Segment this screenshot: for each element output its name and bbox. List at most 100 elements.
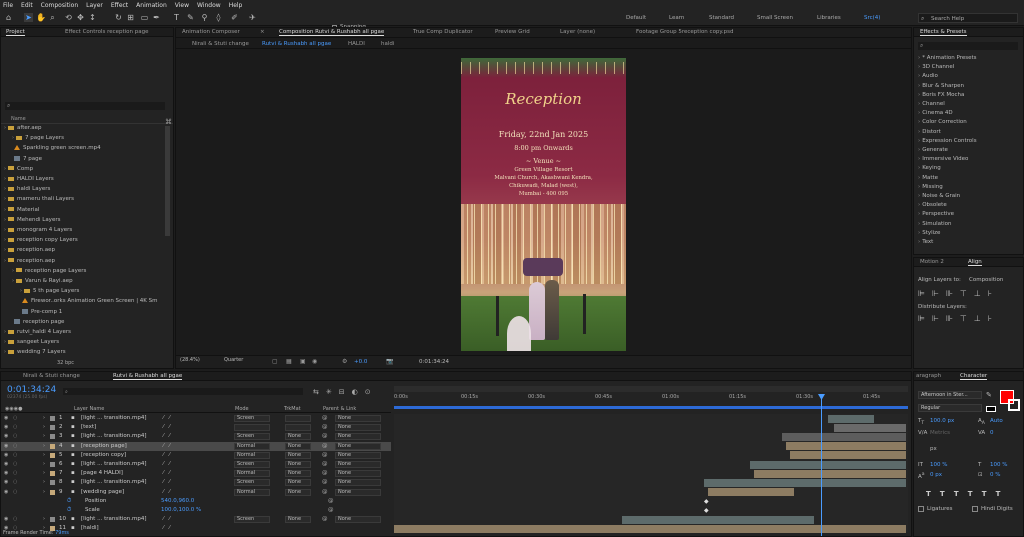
expand-icon[interactable]: › xyxy=(918,221,920,227)
tab-paragraph[interactable]: aragraph xyxy=(916,373,941,379)
audio-icon[interactable]: ◌ xyxy=(13,479,17,485)
audio-icon[interactable]: ◌ xyxy=(13,443,17,449)
expand-icon[interactable]: › xyxy=(4,166,6,172)
work-area-range[interactable] xyxy=(394,406,908,409)
hand-tool-icon[interactable]: ✋ xyxy=(36,13,46,22)
switch-icons[interactable]: ⁄ ⁄ xyxy=(163,443,170,449)
eye-icon[interactable]: ◉ xyxy=(4,424,8,430)
mode-dropdown[interactable]: Screen xyxy=(234,433,270,441)
trkmat-dropdown[interactable] xyxy=(285,424,311,432)
layer-duration-bar[interactable] xyxy=(786,442,906,451)
expand-icon[interactable]: › xyxy=(918,73,920,79)
expand-icon[interactable]: › xyxy=(43,461,45,467)
trkmat-dropdown[interactable] xyxy=(285,415,311,422)
audio-icon[interactable]: ◌ xyxy=(13,516,17,522)
eye-icon[interactable]: ◉ xyxy=(4,516,8,522)
effects-category[interactable]: › Generate xyxy=(918,147,948,153)
layer-name[interactable]: [light ... transition.mp4] xyxy=(81,433,147,439)
label-color-swatch[interactable] xyxy=(50,416,55,421)
layer-row[interactable]: ◉ ◌ › 9 ▪ [wedding page] ⁄ ⁄ Normal None @ None xyxy=(1,488,391,497)
expand-icon[interactable]: › xyxy=(918,119,920,125)
switch-icons[interactable]: ⁄ ⁄ xyxy=(163,525,170,531)
brush-tool-icon[interactable]: ✎ xyxy=(186,13,195,22)
expand-icon[interactable]: › xyxy=(4,329,6,335)
layer-duration-bar[interactable] xyxy=(790,451,906,460)
parent-dropdown[interactable]: None xyxy=(335,479,381,487)
eye-icon[interactable]: ◉ xyxy=(4,443,8,449)
layer-row[interactable]: ◉ ◌ › 1 ▪ [light ... transition.mp4] ⁄ ⁄ Screen… xyxy=(1,414,391,423)
pickwhip-icon[interactable]: @ xyxy=(322,415,328,421)
stroke-color-swatch[interactable] xyxy=(1008,399,1020,411)
project-item[interactable]: reception page xyxy=(12,318,64,329)
effects-category[interactable]: › Immersive Video xyxy=(918,156,968,162)
parent-dropdown[interactable]: None xyxy=(335,461,381,468)
project-item[interactable]: › sangeet Layers xyxy=(4,339,59,349)
project-item[interactable]: › mameru thali Layers xyxy=(4,196,74,206)
fast-preview-icon[interactable]: ⚙ xyxy=(342,358,347,365)
tab-timeline-rutvi[interactable]: Rutvi & Rushabh all pgae xyxy=(113,373,183,380)
effects-category[interactable]: › Perspective xyxy=(918,211,954,217)
project-item[interactable]: › Mehendi Layers xyxy=(4,217,60,227)
distribute-buttons[interactable]: ⊫⊩⊪⊤⊥⊦ xyxy=(918,314,999,323)
project-item[interactable]: › Material xyxy=(4,207,39,217)
switch-icons[interactable]: ⁄ ⁄ xyxy=(163,424,170,430)
effects-category[interactable]: › Stylize xyxy=(918,230,940,236)
layer-name[interactable]: [light ... transition.mp4] xyxy=(81,415,147,421)
layer-duration-bar[interactable] xyxy=(750,460,906,469)
expand-icon[interactable]: › xyxy=(918,175,920,181)
expand-icon[interactable]: › xyxy=(43,415,45,421)
project-item[interactable]: › Varun & Rayi.aep xyxy=(12,278,73,288)
label-color-swatch[interactable] xyxy=(50,517,55,523)
expand-icon[interactable]: › xyxy=(43,452,45,458)
expand-icon[interactable]: › xyxy=(4,237,6,243)
expand-icon[interactable]: › xyxy=(43,443,45,449)
project-item[interactable]: › rutvi_haldi 4 Layers xyxy=(4,329,71,339)
subtab-rutvi[interactable]: Rutvi & Rushabh all pgae xyxy=(262,41,331,47)
tab-motion2[interactable]: Motion 2 xyxy=(920,259,944,265)
pan-tool-icon[interactable]: ✥ xyxy=(76,13,85,22)
menu-item[interactable]: Edit xyxy=(21,2,33,9)
layer-duration-bar[interactable] xyxy=(708,488,794,497)
property-row[interactable]: ⏱ Scale 100.0,100.0 % @ xyxy=(1,506,391,515)
workspace-learn[interactable]: Learn xyxy=(669,15,684,21)
project-item[interactable]: 7 page xyxy=(12,155,42,166)
trkmat-dropdown[interactable]: None xyxy=(285,516,311,524)
workspace-small-screen[interactable]: Small Screen xyxy=(757,15,793,21)
expand-icon[interactable]: › xyxy=(43,489,45,495)
expand-icon[interactable]: › xyxy=(43,433,45,439)
layer-row[interactable]: ◉ ◌ › 7 ▪ [page 4 HALDI] ⁄ ⁄ Normal None @ None xyxy=(1,469,391,478)
rotate-tool-icon[interactable]: ↻ xyxy=(114,13,123,22)
mode-dropdown[interactable]: Screen xyxy=(234,516,270,524)
expand-icon[interactable]: › xyxy=(918,239,920,245)
tab-true-comp-duplicator[interactable]: True Comp Duplicator xyxy=(413,29,473,35)
switch-icons[interactable]: ⁄ ⁄ xyxy=(163,470,170,476)
expand-icon[interactable]: › xyxy=(918,184,920,190)
pickwhip-icon[interactable]: @ xyxy=(328,498,334,504)
expand-icon[interactable]: › xyxy=(918,101,920,107)
eyedropper-icon[interactable]: ✎ xyxy=(986,391,992,399)
menu-item[interactable]: File xyxy=(3,2,13,9)
subtab-haldi[interactable]: haldi xyxy=(381,41,394,47)
pickwhip-icon[interactable]: @ xyxy=(322,433,328,439)
expand-icon[interactable]: › xyxy=(12,278,14,284)
tab-effects-presets[interactable]: Effects & Presets xyxy=(920,29,967,36)
align-buttons[interactable]: ⊫⊩⊪⊤⊥⊦ xyxy=(918,289,999,298)
expand-icon[interactable]: › xyxy=(4,258,6,264)
label-color-swatch[interactable] xyxy=(50,489,55,495)
subtab-haldi-upper[interactable]: HALDI xyxy=(348,41,365,47)
trkmat-dropdown[interactable]: None xyxy=(285,461,311,468)
eye-icon[interactable]: ◉ xyxy=(4,452,8,458)
mode-dropdown[interactable]: Screen xyxy=(234,479,270,487)
label-color-swatch[interactable] xyxy=(50,425,55,431)
eye-icon[interactable]: ◉ xyxy=(4,461,8,467)
project-item[interactable]: › reception.aep xyxy=(4,247,55,257)
text-style-buttons[interactable]: TTTTTT xyxy=(926,490,1009,498)
trkmat-dropdown[interactable]: None xyxy=(285,433,311,441)
pen-tool-icon[interactable]: ✒ xyxy=(152,13,161,22)
timeline-switches-icons[interactable]: ⇆✳⊟◐⊙ xyxy=(313,388,378,396)
expand-icon[interactable]: › xyxy=(4,227,6,233)
expand-icon[interactable]: › xyxy=(918,129,920,135)
layer-name[interactable]: [page 4 HALDI] xyxy=(81,470,123,476)
col-parent[interactable]: Parent & Link xyxy=(323,406,356,412)
effects-category[interactable]: › Audio xyxy=(918,73,938,79)
